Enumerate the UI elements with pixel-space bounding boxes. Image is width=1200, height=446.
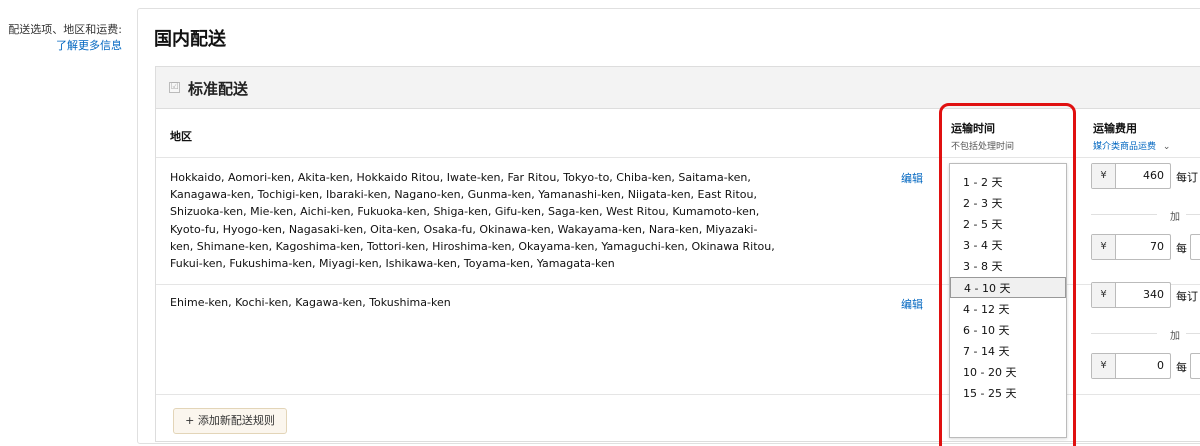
row-2-order-fee-value: 340 (1143, 288, 1164, 301)
row-2-order-fee-input[interactable]: ¥ 340 (1091, 282, 1171, 308)
row-1-edit-link[interactable]: 编辑 (901, 170, 923, 186)
column-header-region: 地区 (170, 130, 192, 143)
fee-divider (1091, 214, 1157, 215)
add-shipping-rule-button[interactable]: + 添加新配送规则 (173, 408, 287, 434)
row-2-regions: Ehime-ken, Kochi-ken, Kagawa-ken, Tokush… (170, 296, 451, 309)
row-1-order-fee-value: 460 (1143, 169, 1164, 182)
currency-symbol: ¥ (1092, 283, 1116, 307)
row-2-edit-link[interactable]: 编辑 (901, 296, 923, 312)
learn-more-link[interactable]: 了解更多信息 (0, 38, 122, 54)
row-2-item-fee-value: 0 (1157, 359, 1164, 372)
row-1-per-order-label: 每订 (1176, 171, 1198, 184)
fee-divider (1186, 333, 1200, 334)
currency-symbol: ¥ (1092, 235, 1116, 259)
fee-divider (1091, 333, 1157, 334)
row-2-per-order-label: 每订 (1176, 290, 1198, 303)
panel-title: 国内配送 (154, 29, 226, 50)
chevron-down-icon: ⌄ (1162, 142, 1171, 152)
section-title: 标准配送 (188, 80, 249, 98)
fee-type-label: 媒介类商品运费 (1093, 142, 1157, 152)
row-1-unit-select[interactable] (1190, 234, 1200, 260)
row-1-per-item-label: 每 (1176, 242, 1187, 255)
row-2-plus-label: 加 (1170, 331, 1180, 342)
row-1-order-fee-input[interactable]: ¥ 460 (1091, 163, 1171, 189)
fee-type-dropdown[interactable]: 媒介类商品运费 ⌄ (1093, 139, 1170, 152)
standard-shipping-checkbox[interactable]: ☑ (169, 82, 180, 93)
shipping-options-label-group: 配送选项、地区和运费: 了解更多信息 (0, 22, 122, 54)
shipping-options-label: 配送选项、地区和运费: (8, 23, 122, 36)
row-2-item-fee-input[interactable]: ¥ 0 (1091, 353, 1171, 379)
highlight-annotation (939, 103, 1076, 446)
row-1-regions: Hokkaido, Aomori-ken, Akita-ken, Hokkaid… (170, 171, 775, 271)
column-header-fee: 运输费用 (1093, 122, 1137, 135)
row-1-item-fee-value: 70 (1150, 240, 1164, 253)
row-1-plus-label: 加 (1170, 212, 1180, 223)
fee-divider (1186, 214, 1200, 215)
currency-symbol: ¥ (1092, 164, 1116, 188)
row-2-per-item-label: 每 (1176, 361, 1187, 374)
row-2-unit-select[interactable] (1190, 353, 1200, 379)
currency-symbol: ¥ (1092, 354, 1116, 378)
row-1-item-fee-input[interactable]: ¥ 70 (1091, 234, 1171, 260)
